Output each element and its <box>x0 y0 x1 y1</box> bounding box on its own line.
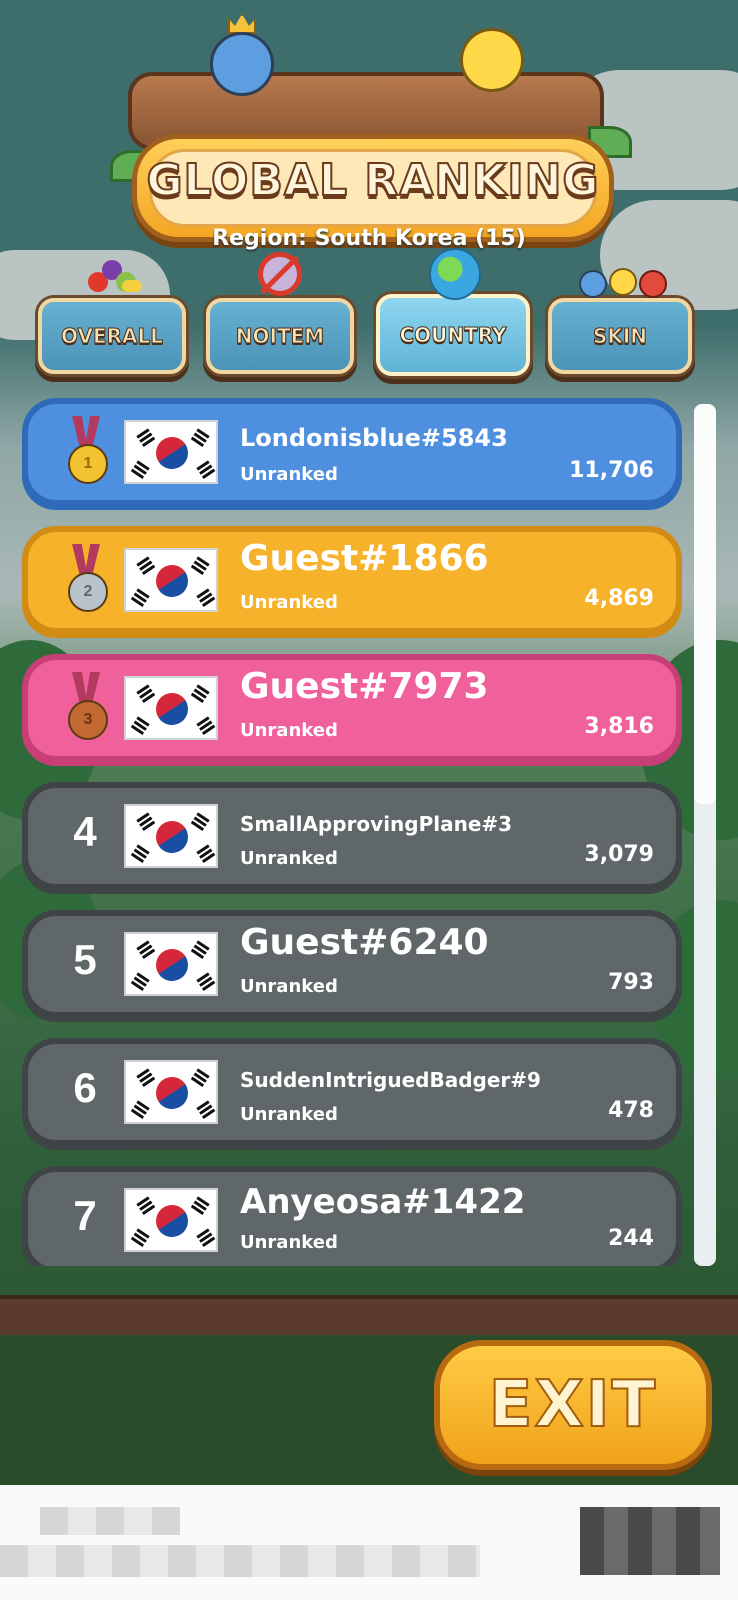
globe-icon <box>423 246 483 300</box>
player-name: Guest#1866 <box>240 538 489 579</box>
tab-noitem[interactable]: NOITEM <box>206 252 354 374</box>
player-status: Unranked <box>240 1104 338 1125</box>
player-score: 793 <box>608 970 654 995</box>
rank-number: 4 <box>73 808 97 855</box>
south-korea-flag-icon <box>124 420 218 484</box>
player-name: Anyeosa#1422 <box>240 1182 526 1222</box>
tab-noitem-label: NOITEM <box>235 324 325 349</box>
exit-button[interactable]: EXIT <box>434 1340 712 1470</box>
page-title: GLOBAL RANKING <box>145 154 600 207</box>
player-name: SmallApprovingPlane#3 <box>240 812 513 836</box>
south-korea-flag-icon <box>124 548 218 612</box>
leaderboard-scrollbar-thumb[interactable] <box>694 404 716 804</box>
leaderboard-row[interactable]: 6 SuddenIntriguedBadger#9 Unranked 478 <box>22 1038 682 1150</box>
player-score: 3,079 <box>584 842 654 867</box>
tab-overall-label: OVERALL <box>61 324 164 349</box>
player-status: Unranked <box>240 848 338 869</box>
leaderboard-row[interactable]: 3 Guest#7973 Unranked 3,816 <box>22 654 682 766</box>
south-korea-flag-icon <box>124 804 218 868</box>
player-status: Unranked <box>240 720 338 741</box>
south-korea-flag-icon <box>124 1060 218 1124</box>
leaderboard-row[interactable]: 7 Anyeosa#1422 Unranked 244 <box>22 1166 682 1266</box>
silver-medal-icon: 2 <box>66 544 108 614</box>
tab-skin[interactable]: SKIN <box>548 268 692 374</box>
game-background: GLOBAL RANKING Region: South Korea (15) … <box>0 0 738 1485</box>
tab-country[interactable]: COUNTRY <box>376 248 530 376</box>
rank-number: 7 <box>73 1192 97 1239</box>
player-score: 3,816 <box>584 714 654 739</box>
player-status: Unranked <box>240 1232 338 1253</box>
player-name: Guest#6240 <box>240 922 489 963</box>
blue-bird-mascot-icon <box>210 32 274 96</box>
leaderboard-row[interactable]: 4 SmallApprovingPlane#3 Unranked 3,079 <box>22 782 682 894</box>
south-korea-flag-icon <box>124 676 218 740</box>
south-korea-flag-icon <box>124 1188 218 1252</box>
ad-banner[interactable] <box>0 1485 738 1600</box>
player-score: 4,869 <box>584 586 654 611</box>
player-status: Unranked <box>240 976 338 997</box>
player-score: 11,706 <box>569 458 654 483</box>
leaderboard-row[interactable]: 2 Guest#1866 Unranked 4,869 <box>22 526 682 638</box>
rank-number: 5 <box>73 936 97 983</box>
tab-overall[interactable]: OVERALL <box>38 260 186 374</box>
player-score: 478 <box>608 1098 654 1123</box>
no-items-icon <box>250 250 310 302</box>
player-status: Unranked <box>240 592 338 613</box>
region-label: Region: South Korea (15) <box>212 226 526 251</box>
leaderboard-list[interactable]: 1 Londonisblue#5843 Unranked 11,706 2 Gu… <box>22 398 694 1266</box>
yellow-duck-mascot-icon <box>460 28 524 92</box>
player-score: 244 <box>608 1226 654 1251</box>
rank-number: 6 <box>73 1064 97 1111</box>
gold-medal-icon: 1 <box>66 416 108 486</box>
tab-skin-label: SKIN <box>592 324 648 349</box>
player-name: Londonisblue#5843 <box>240 424 508 452</box>
bronze-medal-icon: 3 <box>66 672 108 742</box>
fruit-basket-icon <box>82 250 142 302</box>
leaderboard-row[interactable]: 5 Guest#6240 Unranked 793 <box>22 910 682 1022</box>
crown-icon <box>228 14 256 34</box>
player-name: SuddenIntriguedBadger#9 <box>240 1068 541 1092</box>
birds-skin-icon <box>575 250 667 302</box>
leaderboard-row[interactable]: 1 Londonisblue#5843 Unranked 11,706 <box>22 398 682 510</box>
south-korea-flag-icon <box>124 932 218 996</box>
player-status: Unranked <box>240 464 338 485</box>
player-name: Guest#7973 <box>240 666 489 707</box>
tab-country-label: COUNTRY <box>399 323 507 348</box>
